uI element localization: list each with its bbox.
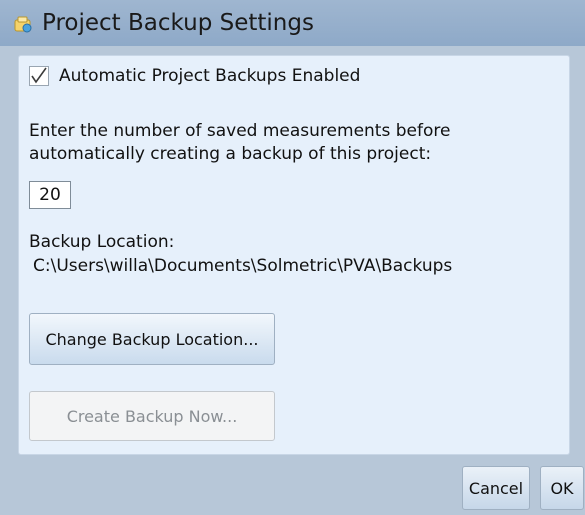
auto-backup-label[interactable]: Automatic Project Backups Enabled [59, 66, 360, 86]
measurement-count-input[interactable] [29, 181, 71, 209]
ok-button[interactable]: OK [540, 466, 584, 510]
backup-settings-dialog: Project Backup Settings Automatic Projec… [0, 0, 585, 515]
cancel-button[interactable]: Cancel [462, 466, 530, 510]
backup-location-label: Backup Location: [29, 232, 175, 252]
create-backup-now-button[interactable]: Create Backup Now... [29, 391, 275, 441]
dialog-title: Project Backup Settings [42, 10, 314, 36]
backup-location-path: C:\Users\willa\Documents\Solmetric\PVA\B… [33, 256, 453, 276]
measurement-count-description: Enter the number of saved measurements b… [29, 121, 451, 164]
settings-panel: Automatic Project Backups Enabled Enter … [18, 55, 570, 455]
backup-settings-icon [12, 15, 34, 35]
auto-backup-checkbox[interactable] [29, 66, 49, 86]
change-backup-location-button[interactable]: Change Backup Location... [29, 313, 275, 365]
checkmark-icon [31, 67, 47, 84]
title-bar: Project Backup Settings [0, 0, 585, 46]
